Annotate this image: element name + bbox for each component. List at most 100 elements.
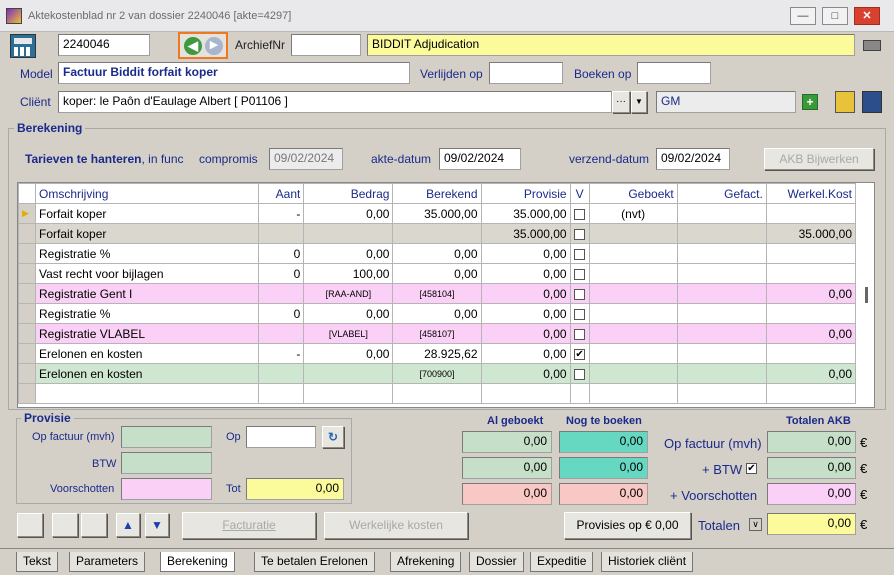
refresh-icon[interactable]: ↻ [322,426,344,448]
btw-label: BTW [92,458,117,470]
btw-field[interactable] [121,452,212,474]
verlijden-date-field[interactable] [489,62,563,84]
v-checkbox[interactable] [574,248,586,260]
btw-checkbox[interactable]: ✔ [746,463,757,474]
tab-expeditie[interactable]: Expeditie [530,552,594,572]
model-field[interactable]: Factuur Biddit forfait koper [58,62,410,84]
cell-geboekt [588,343,678,364]
v-checkbox[interactable] [574,268,586,280]
archief-field[interactable] [291,34,361,56]
col-berekend[interactable]: Berekend [392,183,482,204]
cell-v[interactable]: ✔ [569,343,590,364]
table-scrollbar-thumb[interactable] [865,287,868,303]
cell-bedrag: 0,00 [303,343,394,364]
tab-te-betalen-erelonen[interactable]: Te betalen Erelonen [254,552,375,572]
tab-berekening[interactable]: Berekening [160,552,235,572]
tab-tekst[interactable]: Tekst [16,552,59,572]
printer-icon[interactable] [860,34,884,58]
cell-omschrijving: Vast recht voor bijlagen [35,263,260,284]
close-button[interactable]: ✕ [854,7,880,25]
cell-gefact [676,343,767,364]
table-row[interactable]: ▶ Forfait koper -0,00 35.000,00 35.000,00 (nv… [17,203,857,224]
previous-icon[interactable]: ◀ [184,37,202,55]
akb-bijwerken-button[interactable]: AKB Bijwerken [764,148,874,170]
col-provisie[interactable]: Provisie [480,183,571,204]
provisies-button[interactable]: Provisies op € 0,00 [564,512,691,539]
cell-v[interactable] [569,283,590,304]
v-checkbox[interactable] [574,228,586,240]
cell-v[interactable] [569,303,590,324]
col-omschrijving[interactable]: Omschrijving [35,183,260,204]
tab-historiek-client[interactable]: Historiek cliënt [601,552,694,572]
tot-field[interactable]: 0,00 [246,478,344,500]
add-icon[interactable]: + [802,94,818,110]
client-lookup-button[interactable]: ··· [612,91,630,113]
cell-v[interactable] [569,223,590,244]
cell-v[interactable] [569,363,590,384]
minimize-button[interactable]: — [790,7,816,25]
client-field[interactable]: koper: le Paôn d'Eaulage Albert [ P01106… [58,91,612,113]
v-checkbox[interactable]: ✔ [574,348,586,360]
client-dropdown-button[interactable]: ▼ [631,91,647,113]
totalen-dropdown-icon[interactable]: ∨ [749,518,762,531]
client-details-icon[interactable] [862,91,882,113]
col-bedrag[interactable]: Bedrag [303,183,394,204]
boeken-date-field[interactable] [637,62,711,84]
copy-icon[interactable] [52,513,78,537]
voorschotten-field[interactable] [121,478,212,500]
move-down-icon[interactable]: ▼ [145,513,169,537]
akte-date-field[interactable]: 09/02/2024 [439,148,521,170]
v-checkbox[interactable] [574,288,586,300]
client-code-field[interactable]: GM [656,91,796,113]
cell-geboekt [588,223,678,244]
description-field[interactable]: BIDDIT Adjudication [367,34,855,56]
table-row[interactable]: Forfait koper 35.000,00 35.000,00 [17,223,857,244]
op-field[interactable] [246,426,316,448]
table-row[interactable]: Vast recht voor bijlagen 0 100,00 0,00 0,00 [17,263,857,284]
table-row-empty [17,383,857,404]
cell-v[interactable] [569,203,590,224]
compromis-date-field[interactable]: 09/02/2024 [269,148,343,170]
facturatie-button[interactable]: Facturatie [182,512,316,539]
next-icon[interactable]: ▶ [205,37,223,55]
akb-btw-total: 0,00 [767,457,856,479]
cell-v[interactable] [569,323,590,344]
open-folder-icon[interactable] [17,513,43,537]
cell-v[interactable] [569,243,590,264]
akb-factuur-total: 0,00 [767,431,856,453]
tab-parameters[interactable]: Parameters [69,552,146,572]
tarieven-text: Tarieven te hanteren [25,152,142,166]
table-row[interactable]: Registratie Gent I [RAA-AND] [458104] 0,00 0… [17,283,857,304]
cell-empty [35,383,260,404]
tab-dossier[interactable]: Dossier [469,552,524,572]
table-row[interactable]: Registratie % 0 0,00 0,00 0,00 [17,303,857,324]
table-row[interactable]: Erelonen en kosten [700900] 0,00 0,00 [17,363,857,384]
cell-v[interactable] [569,263,590,284]
client-card-icon[interactable] [835,91,855,113]
calculator-icon[interactable] [10,34,36,58]
cell-werkel: 0,00 [765,323,857,344]
move-up-icon[interactable]: ▲ [116,513,140,537]
v-checkbox[interactable] [574,368,586,380]
maximize-button[interactable]: □ [822,7,848,25]
cell-berekend: [458104] [392,283,482,304]
add-document-icon[interactable] [81,513,107,537]
verzend-date-field[interactable]: 09/02/2024 [656,148,730,170]
table-row[interactable]: Registratie VLABEL [VLABEL] [458107] 0,00 0,… [17,323,857,344]
col-gefact[interactable]: Gefact. [676,183,767,204]
col-werkel-kost[interactable]: Werkel.Kost [765,183,857,204]
op-factuur-field[interactable] [121,426,212,448]
table-row[interactable]: Erelonen en kosten -0,00 28.925,62 0,00 ✔ [17,343,857,364]
v-checkbox[interactable] [574,208,586,220]
v-checkbox[interactable] [574,308,586,320]
tab-afrekening[interactable]: Afrekening [390,552,462,572]
werkelijke-kosten-button[interactable]: Werkelijke kosten [324,512,468,539]
dossier-number-field[interactable]: 2240046 [58,34,150,56]
col-v[interactable]: V [569,183,590,204]
col-geboekt[interactable]: Geboekt [588,183,678,204]
row-pointer [17,323,37,344]
v-checkbox[interactable] [574,328,586,340]
cell-empty [480,383,571,404]
table-row[interactable]: Registratie % 0 0,00 0,00 0,00 [17,243,857,264]
col-aant[interactable]: Aant [258,183,305,204]
